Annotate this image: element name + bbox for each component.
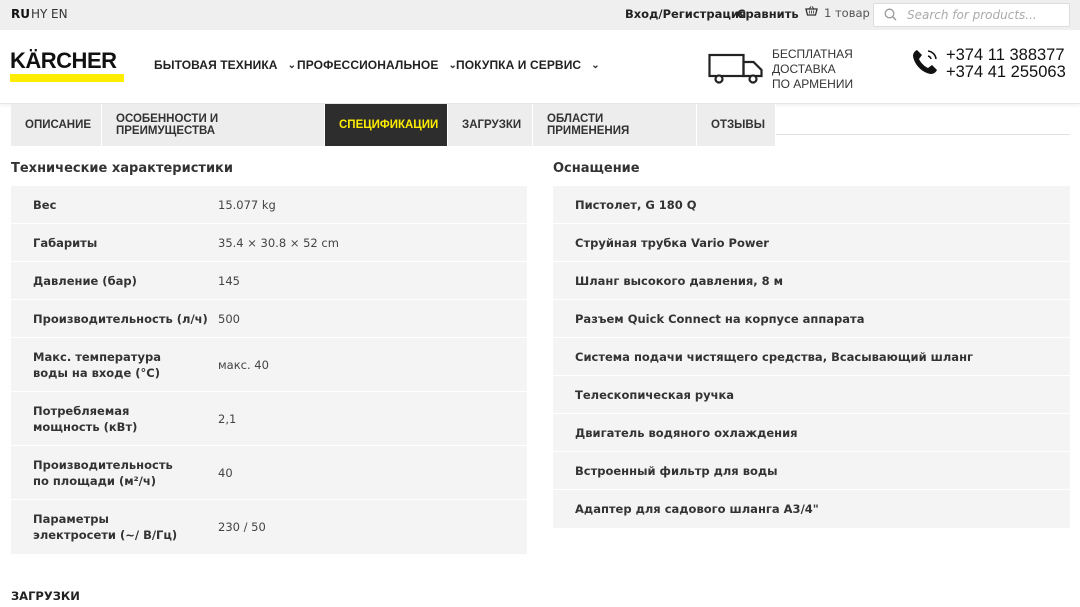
logo-yellow-bar	[10, 74, 124, 82]
spec-label: Потребляемая мощность (кВт)	[33, 403, 138, 434]
lang-hy[interactable]: HY	[31, 7, 47, 21]
spec-value: 40	[218, 465, 233, 480]
nav-item-household[interactable]: БЫТОВАЯ ТЕХНИКА ⌄	[154, 58, 296, 72]
main-header: KÄRCHER БЫТОВАЯ ТЕХНИКА ⌄ ПРОФЕССИОНАЛЬН…	[0, 30, 1080, 104]
basket-icon	[805, 6, 818, 20]
tab-reviews[interactable]: ОТЗЫВЫ	[697, 104, 776, 146]
spec-value: 35.4 × 30.8 × 52 cm	[218, 235, 339, 250]
table-row: Давление (бар) 145	[11, 262, 527, 300]
nav-item-purchase-service[interactable]: ПОКУПКА И СЕРВИС ⌄	[456, 58, 600, 72]
login-link[interactable]: Вход/Регистрация	[625, 7, 746, 21]
list-item: Шланг высокого давления, 8 м	[553, 262, 1070, 300]
nav-item-professional[interactable]: ПРОФЕССИОНАЛЬНОЕ ⌄	[297, 58, 457, 72]
table-row: Габариты 35.4 × 30.8 × 52 cm	[11, 224, 527, 262]
nav-label: ПОКУПКА И СЕРВИС	[456, 58, 582, 72]
cart-link[interactable]: 1 товар	[805, 6, 870, 20]
lang-en[interactable]: EN	[51, 7, 68, 21]
tabs-divider	[776, 134, 1070, 135]
equipment-title: Оснащение	[553, 161, 640, 176]
spec-value: 145	[218, 273, 240, 288]
spec-label: Давление (бар)	[33, 273, 137, 288]
list-item: Система подачи чистящего средства, Всасы…	[553, 338, 1070, 376]
nav-label: БЫТОВАЯ ТЕХНИКА	[154, 58, 278, 72]
spec-value: макс. 40	[218, 357, 269, 372]
list-item: Двигатель водяного охлаждения	[553, 414, 1070, 452]
downloads-section-title: ЗАГРУЗКИ	[11, 589, 80, 603]
compare-link[interactable]: Сравнить	[737, 7, 799, 21]
list-item: Пистолет, G 180 Q	[553, 186, 1070, 224]
product-tabs: ОПИСАНИЕ ОСОБЕННОСТИ И ПРЕИМУЩЕСТВА СПЕЦ…	[11, 104, 776, 146]
list-item: Телескопическая ручка	[553, 376, 1070, 414]
spec-value: 500	[218, 311, 240, 326]
tab-features[interactable]: ОСОБЕННОСТИ И ПРЕИМУЩЕСТВА	[102, 104, 325, 146]
truck-icon	[708, 52, 766, 88]
spec-label: Параметры электросети (~/ В/Гц)	[33, 512, 178, 542]
search-icon[interactable]	[884, 6, 897, 25]
free-delivery-banner: БЕСПЛАТНАЯ ДОСТАВКА ПО АРМЕНИИ	[708, 47, 912, 92]
delivery-line-2: ПО АРМЕНИИ	[772, 77, 854, 91]
top-utility-bar: RU HY EN Вход/Регистрация Сравнить 1 тов…	[0, 0, 1080, 30]
specs-title: Технические характеристики	[11, 161, 233, 176]
spec-label: Вес	[33, 197, 57, 212]
phone-number-1[interactable]: +374 11 388377	[946, 47, 1066, 64]
equipment-list: Пистолет, G 180 Q Струйная трубка Vario …	[553, 186, 1070, 528]
chevron-down-icon: ⌄	[591, 59, 600, 71]
table-row: Вес 15.077 kg	[11, 186, 527, 224]
karcher-logo[interactable]: KÄRCHER	[10, 50, 126, 82]
spec-value: 2,1	[218, 411, 237, 426]
spec-value: 230 / 50	[218, 520, 266, 534]
phone-icon	[910, 47, 940, 81]
logo-text: KÄRCHER	[10, 48, 117, 73]
spec-label: Макс. температура воды на входе (°C)	[33, 349, 161, 380]
tab-downloads[interactable]: ЗАГРУЗКИ	[448, 104, 533, 146]
cart-count: 1 товар	[824, 6, 870, 20]
spec-value: 15.077 kg	[218, 197, 276, 212]
nav-label: ПРОФЕССИОНАЛЬНОЕ	[297, 58, 439, 72]
spec-label: Производительность по площади (м²/ч)	[33, 457, 173, 488]
phone-number-2[interactable]: +374 41 255063	[946, 64, 1066, 81]
search-box[interactable]	[873, 3, 1070, 27]
delivery-line-1: БЕСПЛАТНАЯ ДОСТАВКА	[772, 47, 853, 76]
spec-label: Производительность (л/ч)	[33, 311, 208, 326]
table-row: Макс. температура воды на входе (°C) мак…	[11, 338, 527, 392]
specs-table: Вес 15.077 kg Габариты 35.4 × 30.8 × 52 …	[11, 186, 527, 554]
phone-contacts: +374 11 388377 +374 41 255063	[910, 47, 1066, 81]
table-row: Производительность по площади (м²/ч) 40	[11, 446, 527, 500]
search-input[interactable]	[907, 8, 1067, 22]
table-row: Производительность (л/ч) 500	[11, 300, 527, 338]
table-row: Параметры электросети (~/ В/Гц) 230 / 50	[11, 500, 527, 554]
lang-ru[interactable]: RU	[11, 7, 30, 21]
list-item: Адаптер для садового шланга A3/4"	[575, 502, 819, 516]
tab-applications[interactable]: ОБЛАСТИ ПРИМЕНЕНИЯ	[533, 104, 697, 146]
chevron-down-icon: ⌄	[287, 59, 297, 71]
list-item: Разъем Quick Connect на корпусе аппарата	[553, 300, 1070, 338]
spec-label: Габариты	[33, 235, 98, 250]
tab-specifications[interactable]: СПЕЦИФИКАЦИИ	[325, 104, 448, 146]
table-row: Потребляемая мощность (кВт) 2,1	[11, 392, 527, 446]
tab-description[interactable]: ОПИСАНИЕ	[11, 104, 102, 146]
list-item: Встроенный фильтр для воды	[553, 452, 1070, 490]
list-item: Струйная трубка Vario Power	[553, 224, 1070, 262]
